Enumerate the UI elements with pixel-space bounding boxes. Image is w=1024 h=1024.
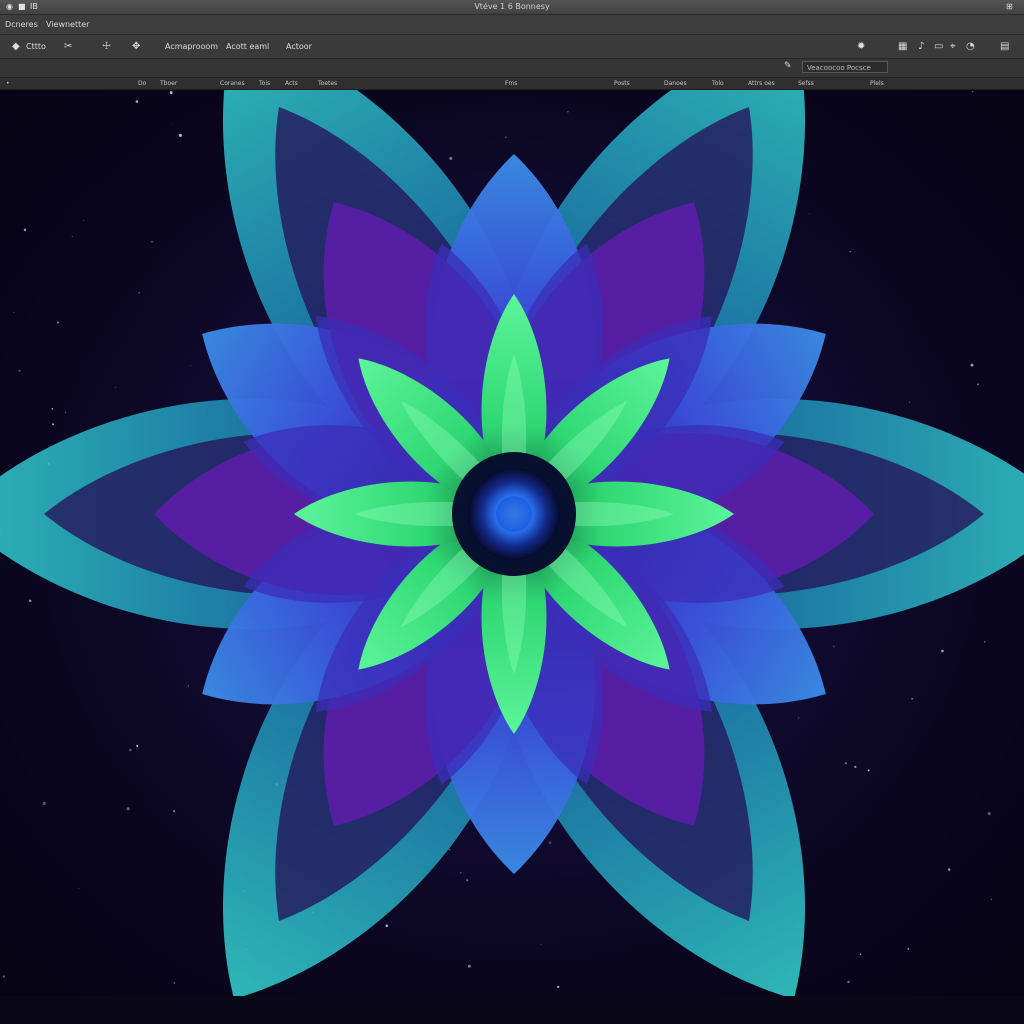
star-dot — [42, 801, 46, 805]
column-header[interactable]: Coranes — [220, 78, 245, 89]
image-canvas[interactable] — [0, 90, 1024, 996]
tool-brush-icon[interactable]: ◆ — [12, 35, 20, 58]
star-dot — [169, 91, 173, 95]
menu-item-1[interactable]: Dcneres — [5, 15, 38, 34]
toolbar-button-c[interactable]: Actoor — [286, 35, 312, 58]
flower-artwork — [0, 90, 1024, 996]
canvas-footer — [0, 996, 1024, 1024]
menu-item-2[interactable]: Viewnetter — [46, 15, 89, 34]
options-bar: ✎ Veacoocoo Pocsce — [0, 59, 1024, 78]
toolbar-star-icon[interactable]: ✹ — [857, 35, 865, 58]
star-dot — [23, 228, 27, 232]
toolbar: ◆ Cttto ✂ ☩ ✥ Acmaprooom Acott eaml Acto… — [0, 35, 1024, 59]
star-dot — [301, 994, 302, 996]
star-dot — [173, 982, 176, 984]
star-dot — [57, 321, 60, 324]
window-title: Vtéve 1 6 Bonnesy — [474, 2, 550, 11]
search-input[interactable]: Veacoocoo Pocsce — [802, 61, 888, 73]
star-dot — [847, 980, 850, 984]
column-header[interactable]: Acts — [285, 78, 298, 89]
toolbar-frame-icon[interactable]: ▭ — [934, 35, 943, 58]
title-bar: ◉ ■ IB Vtéve 1 6 Bonnesy ⊞ — [0, 0, 1024, 15]
star-dot — [907, 948, 909, 950]
column-header[interactable]: Posts — [614, 78, 630, 89]
column-header[interactable]: Sefss — [798, 78, 814, 89]
tool-copy-button[interactable]: Cttto — [26, 35, 46, 58]
star-dot — [51, 407, 53, 410]
column-header-row: • Do Tboer Coranes Tois Acts Toetes Fms … — [0, 78, 1024, 90]
star-dot — [947, 868, 951, 871]
toolbar-layers-icon[interactable]: ▤ — [1000, 35, 1009, 58]
toolbar-grid-icon[interactable]: ▦ — [898, 35, 907, 58]
column-header[interactable]: Fms — [505, 78, 517, 89]
column-header[interactable]: Tois — [259, 78, 270, 89]
column-header[interactable]: Tolo — [712, 78, 724, 89]
tool-cut-icon[interactable]: ✂ — [64, 35, 72, 58]
toolbar-audio-icon[interactable]: ♪ — [918, 35, 924, 58]
star-dot — [28, 599, 32, 603]
star-dot — [83, 219, 85, 221]
toolbar-clock-icon[interactable]: ◔ — [966, 35, 975, 58]
column-header[interactable]: Do — [138, 78, 146, 89]
star-dot — [71, 235, 73, 237]
tool-cross-icon[interactable]: ☩ — [102, 35, 111, 58]
tool-transform-icon[interactable]: ✥ — [132, 35, 140, 58]
column-header[interactable]: Attrs oes — [748, 78, 775, 89]
star-dot — [172, 123, 174, 125]
star-dot — [983, 641, 986, 643]
star-dot — [126, 807, 130, 811]
flower-core-center — [496, 496, 532, 532]
star-dot — [977, 383, 979, 386]
star-dot — [987, 812, 991, 816]
column-header[interactable]: Plels — [870, 78, 884, 89]
toolbar-target-icon[interactable]: ⌖ — [950, 35, 956, 58]
ruler-marker-icon: • — [6, 80, 10, 87]
star-dot — [859, 953, 862, 956]
star-dot — [972, 90, 974, 93]
star-dot — [135, 100, 139, 103]
pen-icon[interactable]: ✎ — [784, 61, 792, 71]
star-dot — [178, 133, 182, 137]
star-dot — [78, 887, 80, 889]
toolbar-button-b[interactable]: Acott eaml — [226, 35, 269, 58]
star-dot — [990, 898, 993, 901]
star-dot — [970, 363, 974, 367]
star-dot — [2, 975, 5, 978]
star-dot — [557, 985, 560, 989]
menu-bar: Dcneres Viewnetter — [0, 15, 1024, 35]
star-dot — [13, 311, 15, 313]
maximize-icon[interactable]: ⊞ — [1006, 0, 1013, 14]
column-header[interactable]: Danoes — [664, 78, 687, 89]
column-header[interactable]: Tboer — [160, 78, 177, 89]
column-header[interactable]: Toetes — [318, 78, 337, 89]
toolbar-button-a[interactable]: Acmaprooom — [165, 35, 218, 58]
app-window: ◉ ■ IB Vtéve 1 6 Bonnesy ⊞ Dcneres Viewn… — [0, 0, 1024, 1024]
star-dot — [18, 369, 21, 372]
